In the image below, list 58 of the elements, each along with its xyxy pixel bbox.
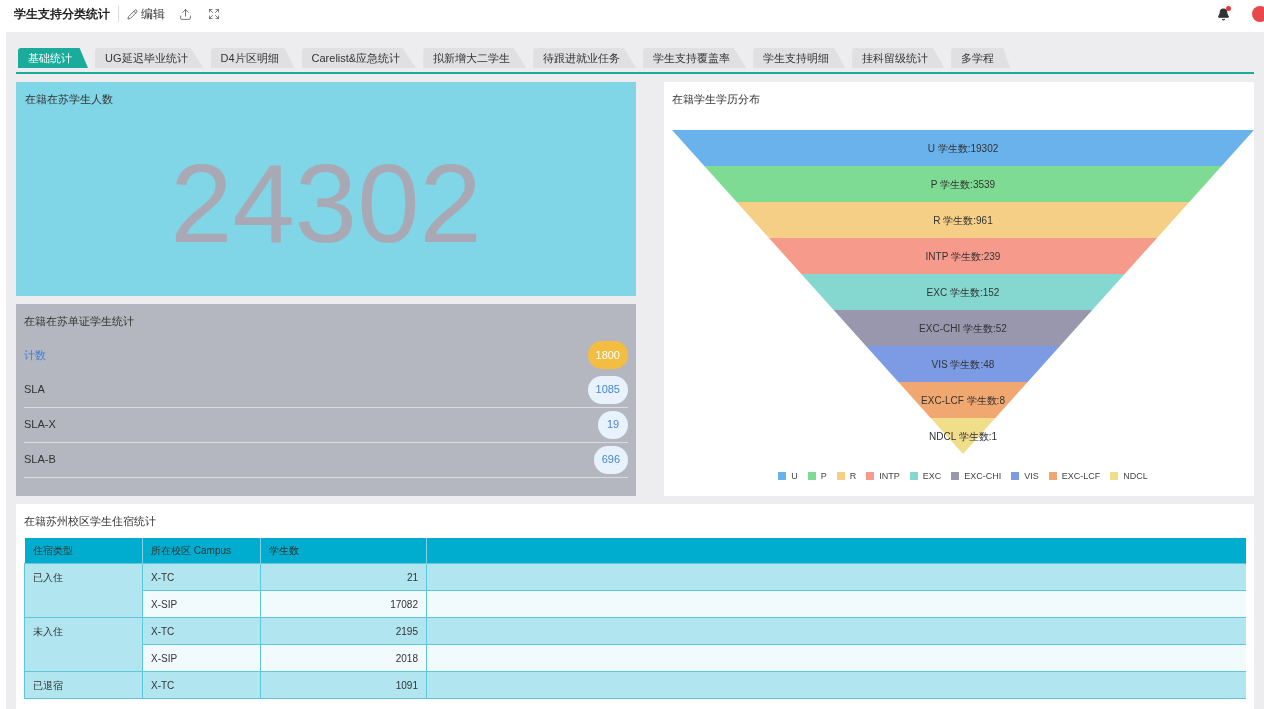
tab[interactable]: Carelist&应急统计 [301, 48, 417, 68]
tab[interactable]: 待跟进就业任务 [533, 48, 637, 68]
stat-label: 计数 [24, 347, 46, 363]
tab[interactable]: 挂科留级统计 [852, 48, 945, 68]
table-cell: 已退宿 [24, 671, 143, 699]
tab[interactable]: UG延迟毕业统计 [95, 48, 204, 68]
segment-label: EXC 学生数:152 [926, 286, 1000, 298]
legend-label[interactable]: U [791, 469, 798, 483]
table-cell: X-TC [142, 671, 261, 699]
legend-label[interactable]: VIS [1024, 469, 1039, 483]
count-badge: 1800 [587, 341, 628, 369]
legend-label[interactable]: EXC-LCF [1061, 469, 1101, 483]
table-cell: 21 [260, 563, 427, 591]
table-cell: 2195 [260, 617, 427, 645]
count-badge: 1085 [587, 375, 628, 404]
table-cell: 2018 [260, 644, 427, 672]
card-title: 在籍在苏学生人数 [25, 92, 113, 107]
tab[interactable]: 学生支持明细 [753, 48, 846, 68]
count-badge: 696 [593, 445, 628, 474]
segment-label: R 学生数:961 [933, 214, 993, 226]
count-badge: 19 [598, 410, 628, 439]
segment-label: VIS 学生数:48 [931, 358, 995, 370]
table-cell: X-SIP [142, 590, 261, 618]
tab[interactable]: 多学程 [951, 48, 1011, 68]
segment-label: EXC-CHI 学生数:52 [919, 322, 1007, 334]
stat-label: SLA-B [24, 452, 56, 468]
segment-label: INTP 学生数:239 [925, 250, 1001, 262]
legend-label[interactable]: NDCL [1123, 469, 1148, 483]
legend-label[interactable]: EXC [922, 469, 942, 483]
table-cell: 未入住 [24, 617, 143, 672]
table-cell: 17082 [260, 590, 427, 618]
legend-label[interactable]: R [849, 469, 857, 483]
table-cell: X-SIP [142, 644, 261, 672]
user-avatar[interactable] [1252, 6, 1264, 22]
legend-label[interactable]: INTP [879, 469, 900, 483]
page-title: 学生支持分类统计 [14, 6, 110, 23]
card-title: 在籍在苏单证学生统计 [24, 314, 134, 329]
segment-label: EXC-LCF 学生数:8 [921, 394, 1005, 406]
card-title: 在籍苏州校区学生住宿统计 [24, 514, 157, 529]
stat-label: SLA [24, 382, 45, 398]
tab[interactable]: 学生支持覆盖率 [643, 48, 747, 68]
share-icon[interactable] [179, 7, 192, 21]
pencil-icon [127, 8, 138, 20]
legend-label[interactable]: EXC-CHI [964, 469, 1002, 483]
tab[interactable]: 拟新增大二学生 [423, 48, 527, 68]
legend-label[interactable]: P [820, 469, 827, 483]
table-cell: 1091 [260, 671, 427, 699]
notification-icon[interactable] [1217, 7, 1230, 21]
edit-button[interactable]: 编辑 [127, 5, 165, 23]
table-cell: X-TC [142, 617, 261, 645]
table-cell: X-TC [142, 563, 261, 591]
segment-label: U 学生数:19302 [927, 142, 999, 154]
segment-label: P 学生数:3539 [930, 178, 996, 190]
table-cell: 已入住 [24, 563, 143, 618]
tab[interactable]: D4片区明细 [210, 48, 295, 68]
stat-label: SLA-X [24, 417, 56, 433]
card-title: 在籍学生学历分布 [672, 92, 760, 107]
fullscreen-icon[interactable] [208, 8, 220, 20]
